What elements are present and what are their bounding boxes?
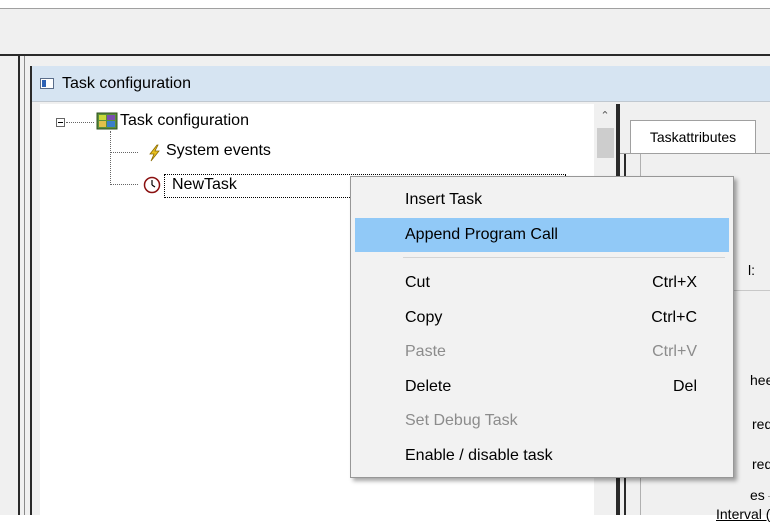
menu-label: Cut: [405, 274, 430, 291]
tab-baseline: [620, 153, 770, 154]
top-toolbar-area: [0, 8, 770, 56]
menu-item-insert-task[interactable]: Insert Task: [355, 183, 729, 217]
attribute-label-fragment: l:: [748, 262, 755, 278]
tree-root-label[interactable]: Task configuration: [120, 112, 249, 130]
tab-taskattributes[interactable]: Taskattributes: [630, 120, 756, 154]
menu-shortcut: Ctrl+X: [652, 274, 697, 291]
menu-label: Paste: [405, 343, 446, 360]
menu-item-paste[interactable]: Paste Ctrl+V: [355, 335, 729, 369]
context-menu: Insert Task Append Program Call Cut Ctrl…: [350, 176, 734, 478]
menu-shortcut: Ctrl+V: [652, 343, 697, 360]
menu-shortcut: Del: [672, 378, 697, 395]
menu-item-append-program-call[interactable]: Append Program Call: [355, 218, 729, 252]
menu-shortcut: Ctrl+C: [651, 309, 697, 326]
menu-item-enable-disable-task[interactable]: Enable / disable task: [355, 439, 729, 473]
menu-item-delete[interactable]: Delete Del: [355, 370, 729, 404]
menu-item-cut[interactable]: Cut Ctrl+X: [355, 266, 729, 300]
attribute-label-fragment: heelir: [750, 372, 770, 388]
clock-icon: [143, 176, 161, 194]
attribute-label-fragment: red b: [752, 416, 770, 432]
menu-separator: [403, 257, 725, 258]
window-titlebar[interactable]: Task configuration: [32, 66, 770, 102]
menu-label: Set Debug Task: [405, 412, 518, 429]
menu-item-set-debug-task[interactable]: Set Debug Task: [355, 404, 729, 438]
attribute-label-fragment: red b: [752, 456, 770, 472]
menu-label: Copy: [405, 309, 443, 326]
scroll-up-arrow-icon[interactable]: ⌃: [598, 108, 612, 124]
window-icon: [40, 78, 54, 89]
collapse-toggle-icon[interactable]: [56, 118, 65, 127]
lightning-icon: [149, 144, 160, 162]
menu-label: Delete: [405, 378, 452, 395]
menu-item-copy[interactable]: Copy Ctrl+C: [355, 301, 729, 335]
tree-connector: [110, 152, 138, 153]
tree-connector: [110, 131, 111, 185]
group-label-fragment: es: [750, 487, 765, 503]
task-configuration-icon: [96, 112, 118, 130]
tree-connector: [66, 122, 94, 123]
window-title: Task configuration: [62, 75, 191, 92]
menu-label: Enable / disable task: [405, 447, 553, 464]
tree-item-system-events[interactable]: System events: [166, 142, 271, 160]
tree-connector: [110, 184, 138, 185]
outer-frame-line-inner: [24, 56, 25, 515]
menu-label: Append Program Call: [405, 226, 558, 243]
interval-label: Interval (e.g: [716, 506, 770, 522]
outer-frame-line: [18, 56, 20, 515]
scroll-thumb[interactable]: [597, 128, 614, 158]
menu-label: Insert Task: [405, 191, 483, 208]
tree-item-newtask[interactable]: NewTask: [172, 176, 237, 194]
